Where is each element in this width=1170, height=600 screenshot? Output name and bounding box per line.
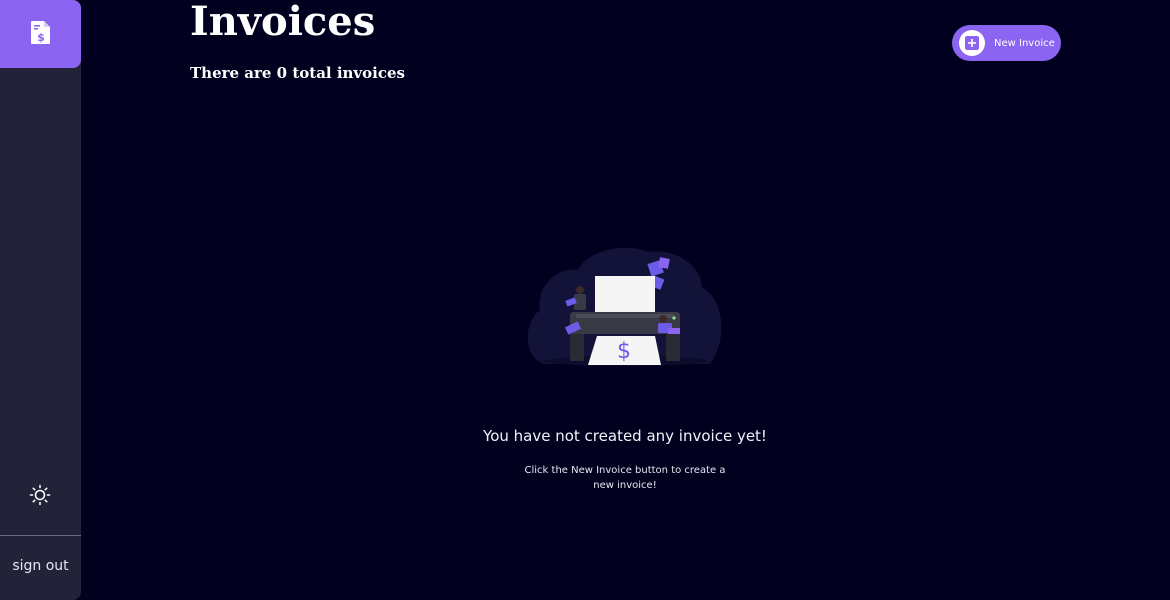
sign-out-button[interactable]: sign out (0, 558, 81, 574)
page-title: Invoices (190, 0, 376, 45)
app-logo[interactable]: $ (0, 0, 81, 68)
sidebar-divider (0, 535, 81, 536)
invoice-count-text: There are 0 total invoices (190, 64, 405, 82)
printer-with-people-illustration: $ (526, 244, 726, 368)
new-invoice-button[interactable]: New Invoice (952, 25, 1061, 61)
new-invoice-label: New Invoice (994, 37, 1055, 49)
plus-icon (959, 30, 985, 56)
invoice-dollar-icon: $ (30, 19, 52, 49)
empty-state-description: Click the New Invoice button to create a… (524, 465, 726, 491)
empty-state-title: You have not created any invoice yet! (483, 427, 767, 445)
sidebar: $ sign out (0, 0, 81, 600)
svg-text:$: $ (37, 31, 45, 44)
svg-text:$: $ (617, 339, 631, 364)
theme-toggle-button[interactable] (28, 484, 52, 510)
sun-icon (29, 484, 51, 510)
